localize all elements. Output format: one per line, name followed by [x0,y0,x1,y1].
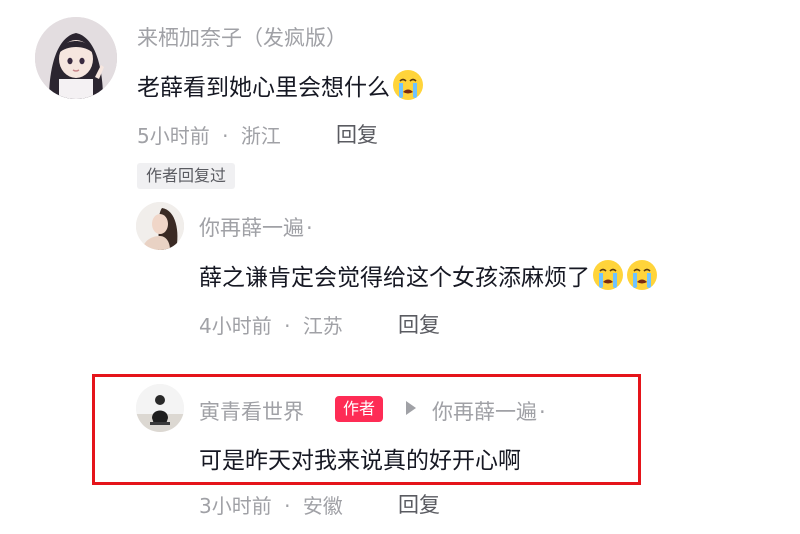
reply-text: 薛之谦肯定会觉得给这个女孩添麻烦了 [199,258,658,292]
avatar[interactable] [35,17,117,99]
crying-emoji-icon [627,260,657,290]
person-avatar-icon [136,202,184,250]
author-tag: 作者 [335,396,384,422]
reply-time: 3小时前 [199,494,272,518]
play-arrow-icon [406,401,416,415]
comment-username[interactable]: 来栖加奈子（发疯版） [137,22,347,52]
reply-time: 4小时前 [199,314,272,338]
anime-girl-avatar-icon [35,17,117,99]
reply-meta: 3小时前 · 安徽 [199,490,343,519]
reply-username[interactable]: 你再薛一遍· [199,212,313,242]
reply-username[interactable]: 寅青看世界 [199,396,304,426]
comment-location: 浙江 [240,124,281,148]
comment-text: 老薛看到她心里会想什么 [137,68,424,102]
avatar[interactable] [136,384,184,432]
meta-separator: · [284,494,291,518]
reply-meta: 4小时前 · 江苏 [199,310,343,339]
comment-meta: 5小时前 · 浙江 [137,120,281,149]
reply-button[interactable]: 回复 [398,309,440,339]
reply-location: 江苏 [302,314,343,338]
crying-emoji-icon [393,70,423,100]
reply-text: 可是昨天对我来说真的好开心啊 [199,448,521,474]
avatar[interactable] [136,202,184,250]
reply-location: 安徽 [302,494,343,518]
author-replied-badge: 作者回复过 [137,163,236,189]
meta-separator: · [284,314,291,338]
person-avatar-icon [136,384,184,432]
meta-separator: · [222,124,229,148]
reply-to-username[interactable]: 你再薛一遍· [432,396,546,426]
reply-button[interactable]: 回复 [336,119,378,149]
reply-button[interactable]: 回复 [398,489,440,519]
comment-time: 5小时前 [137,124,210,148]
crying-emoji-icon [593,260,623,290]
